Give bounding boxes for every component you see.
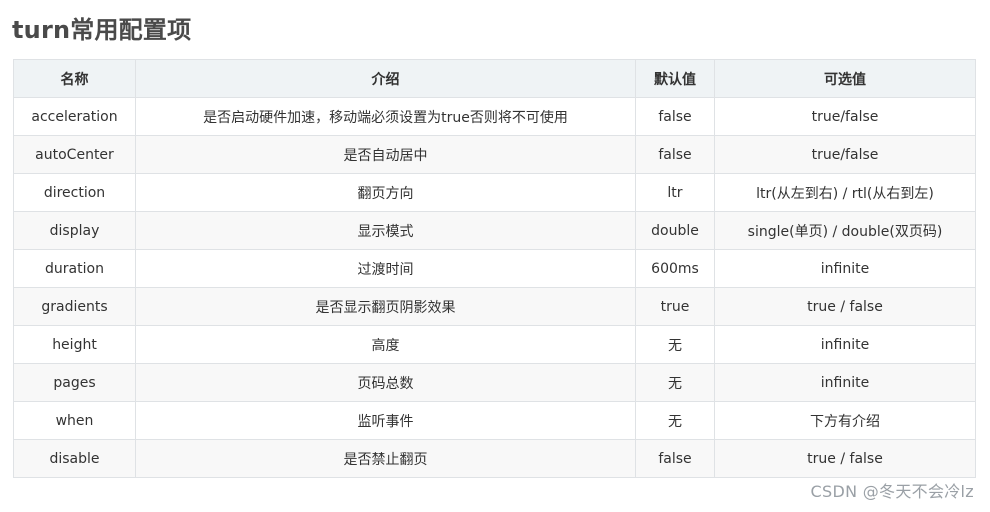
cell-description: 页码总数 (135, 363, 636, 402)
table-header: 名称 介绍 默认值 可选值 (13, 59, 976, 98)
table-header-row: 名称 介绍 默认值 可选值 (13, 59, 976, 98)
header-name: 名称 (13, 59, 136, 98)
header-options: 可选值 (714, 59, 976, 98)
cell-name: gradients (13, 287, 136, 326)
cell-default: ltr (635, 173, 715, 212)
cell-description: 监听事件 (135, 401, 636, 440)
cell-options: true/false (714, 135, 976, 174)
header-description: 介绍 (135, 59, 636, 98)
table-row: pages 页码总数 无 infinite (13, 363, 976, 402)
article-page: turn常用配置项 名称 介绍 默认值 可选值 acceleration 是否启… (0, 0, 990, 512)
cell-options: true/false (714, 97, 976, 136)
table-row: acceleration 是否启动硬件加速，移动端必须设置为true否则将不可使… (13, 97, 976, 136)
cell-options: true / false (714, 287, 976, 326)
cell-name: direction (13, 173, 136, 212)
cell-options: infinite (714, 249, 976, 288)
table-row: disable 是否禁止翻页 false true / false (13, 439, 976, 478)
cell-description: 是否显示翻页阴影效果 (135, 287, 636, 326)
cell-default: false (635, 439, 715, 478)
cell-default: false (635, 135, 715, 174)
cell-name: when (13, 401, 136, 440)
config-table: 名称 介绍 默认值 可选值 acceleration 是否启动硬件加速，移动端必… (13, 59, 976, 478)
cell-name: duration (13, 249, 136, 288)
cell-default: true (635, 287, 715, 326)
cell-description: 高度 (135, 325, 636, 364)
cell-default: false (635, 97, 715, 136)
cell-description: 翻页方向 (135, 173, 636, 212)
cell-name: disable (13, 439, 136, 478)
cell-options: true / false (714, 439, 976, 478)
cell-description: 是否启动硬件加速，移动端必须设置为true否则将不可使用 (135, 97, 636, 136)
table-row: height 高度 无 infinite (13, 325, 976, 364)
cell-default: 无 (635, 363, 715, 402)
cell-name: display (13, 211, 136, 250)
csdn-watermark: CSDN @冬天不会冷lz (810, 482, 974, 501)
cell-default: 600ms (635, 249, 715, 288)
table-row: gradients 是否显示翻页阴影效果 true true / false (13, 287, 976, 326)
cell-options: 下方有介绍 (714, 401, 976, 440)
cell-description: 过渡时间 (135, 249, 636, 288)
table-row: display 显示模式 double single(单页) / double(… (13, 211, 976, 250)
cell-name: autoCenter (13, 135, 136, 174)
header-default: 默认值 (635, 59, 715, 98)
page-title: turn常用配置项 (12, 16, 192, 44)
table-body: acceleration 是否启动硬件加速，移动端必须设置为true否则将不可使… (13, 97, 976, 478)
cell-description: 是否禁止翻页 (135, 439, 636, 478)
cell-options: single(单页) / double(双页码) (714, 211, 976, 250)
cell-description: 显示模式 (135, 211, 636, 250)
cell-name: pages (13, 363, 136, 402)
cell-default: 无 (635, 325, 715, 364)
cell-default: 无 (635, 401, 715, 440)
cell-name: acceleration (13, 97, 136, 136)
cell-name: height (13, 325, 136, 364)
table-row: autoCenter 是否自动居中 false true/false (13, 135, 976, 174)
cell-options: infinite (714, 325, 976, 364)
table-row: direction 翻页方向 ltr ltr(从左到右) / rtl(从右到左) (13, 173, 976, 212)
cell-default: double (635, 211, 715, 250)
cell-options: infinite (714, 363, 976, 402)
cell-description: 是否自动居中 (135, 135, 636, 174)
table-row: duration 过渡时间 600ms infinite (13, 249, 976, 288)
cell-options: ltr(从左到右) / rtl(从右到左) (714, 173, 976, 212)
table-row: when 监听事件 无 下方有介绍 (13, 401, 976, 440)
